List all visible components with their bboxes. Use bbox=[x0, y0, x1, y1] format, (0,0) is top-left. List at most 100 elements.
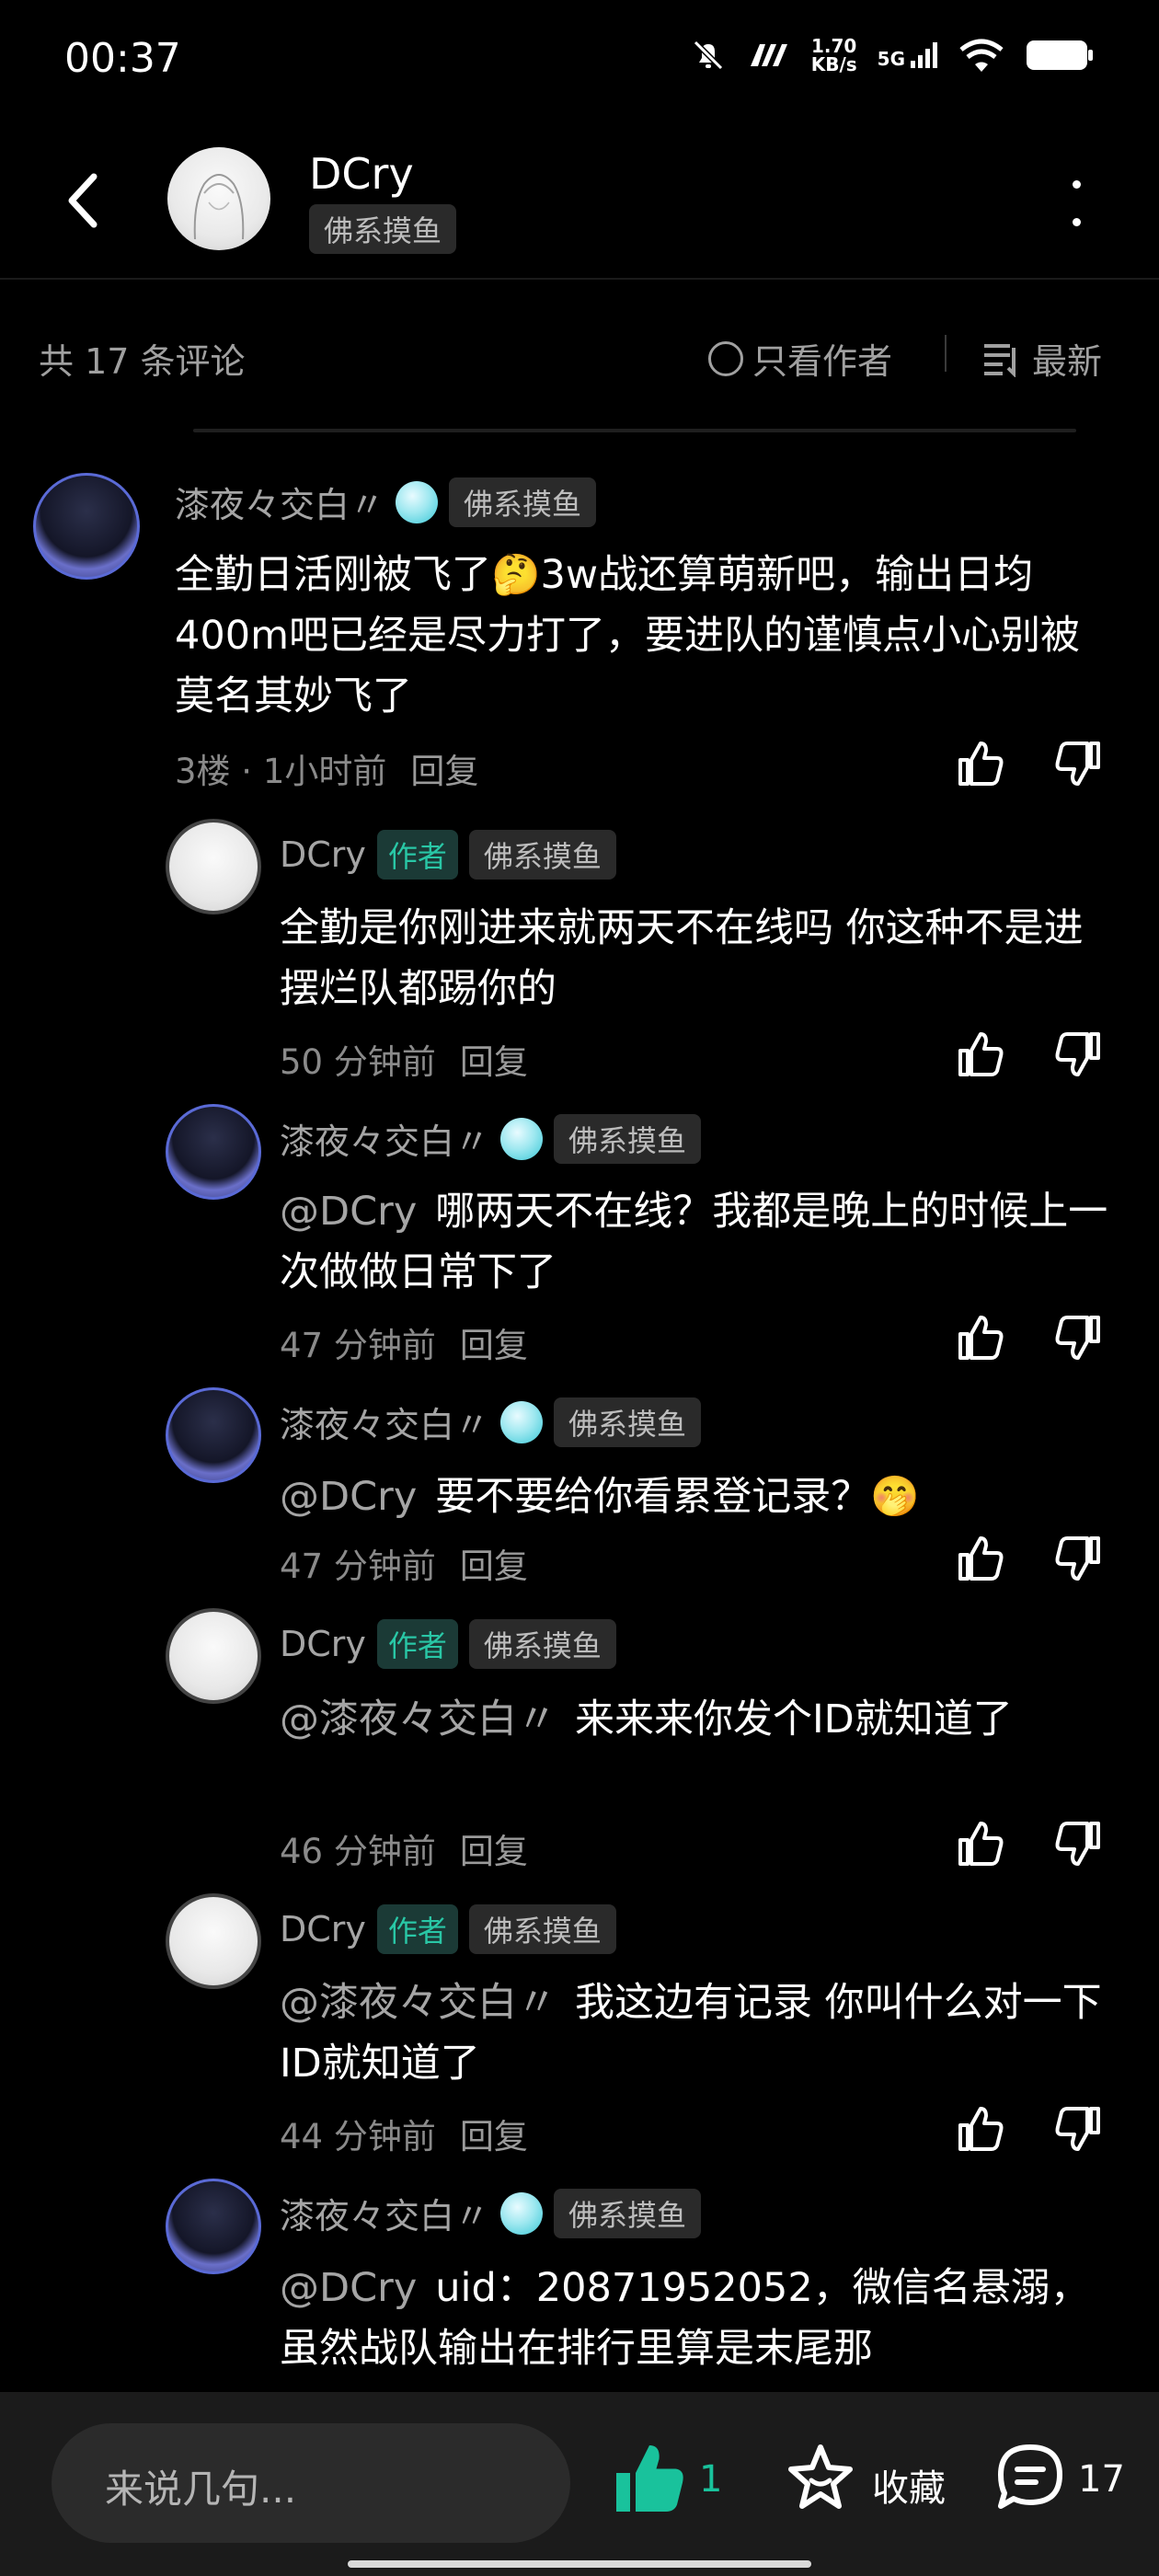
like-button[interactable] bbox=[953, 1816, 1008, 1871]
comment-author[interactable]: 漆夜々交白〃 佛系摸鱼 bbox=[280, 1397, 702, 1447]
avatar[interactable] bbox=[166, 2179, 261, 2274]
thumbs-up-icon bbox=[958, 2107, 1004, 2151]
sort-icon bbox=[984, 343, 1016, 377]
post-like-button[interactable] bbox=[611, 2440, 688, 2521]
thumbs-down-icon bbox=[1055, 742, 1100, 786]
dot-icon bbox=[1072, 180, 1081, 189]
avatar[interactable] bbox=[166, 1893, 261, 1989]
comment-author[interactable]: DCry 作者 佛系摸鱼 bbox=[280, 830, 616, 880]
like-button[interactable] bbox=[953, 736, 1008, 791]
reply-button[interactable]: 回复 bbox=[410, 752, 478, 791]
thumbs-up-icon bbox=[958, 1536, 1004, 1581]
comment-meta: 46 分钟前 回复 bbox=[280, 1832, 528, 1871]
user-tag: 佛系摸鱼 bbox=[554, 1397, 702, 1447]
dislike-button[interactable] bbox=[1050, 1531, 1106, 1586]
sort-button[interactable]: 最新 bbox=[982, 333, 1102, 384]
dislike-button[interactable] bbox=[1050, 736, 1106, 791]
favorite-label: 收藏 bbox=[872, 2467, 946, 2510]
reply-button[interactable]: 回复 bbox=[460, 1547, 528, 1586]
like-button[interactable] bbox=[953, 1027, 1008, 1082]
comment-meta: 47 分钟前 回复 bbox=[280, 1326, 528, 1365]
brand-logo-icon bbox=[750, 44, 787, 66]
mention-link[interactable]: @漆夜々交白〃 bbox=[280, 1696, 557, 1742]
sketch-portrait-icon bbox=[193, 174, 245, 240]
reply-button[interactable]: 回复 bbox=[460, 2117, 528, 2156]
thumbs-up-filled-icon bbox=[616, 2445, 683, 2512]
header-user-tag: 佛系摸鱼 bbox=[309, 204, 457, 254]
thumbs-up-icon bbox=[958, 742, 1004, 786]
post-like-count: 1 bbox=[699, 2458, 723, 2501]
signal-icon: 5G bbox=[878, 40, 938, 70]
author-badge: 作者 bbox=[376, 830, 458, 880]
comment-input-placeholder: 来说几句... bbox=[105, 2467, 297, 2512]
thumbs-up-icon bbox=[958, 1316, 1004, 1360]
author-badge: 作者 bbox=[376, 1904, 458, 1954]
reply-button[interactable]: 回复 bbox=[460, 1042, 528, 1082]
list-top-handle bbox=[193, 429, 1076, 432]
user-tag: 佛系摸鱼 bbox=[468, 1619, 616, 1669]
avatar[interactable] bbox=[166, 1608, 261, 1704]
filter-separator bbox=[945, 335, 947, 372]
only-author-toggle[interactable]: 只看作者 bbox=[708, 333, 892, 384]
comments-button[interactable] bbox=[993, 2440, 1067, 2517]
comment-meta: 47 分钟前 回复 bbox=[280, 1547, 528, 1586]
mention-link[interactable]: @漆夜々交白〃 bbox=[280, 1980, 557, 2026]
comment-author[interactable]: 漆夜々交白〃 佛系摸鱼 bbox=[175, 477, 597, 527]
favorite-button[interactable] bbox=[784, 2440, 857, 2517]
thumbs-down-icon bbox=[1055, 1536, 1100, 1581]
mention-link[interactable]: @DCry bbox=[280, 2265, 417, 2311]
thumbs-down-icon bbox=[1055, 1822, 1100, 1866]
avatar[interactable] bbox=[166, 1387, 261, 1483]
avatar[interactable] bbox=[166, 819, 261, 914]
mention-link[interactable]: @DCry bbox=[280, 1474, 417, 1520]
dislike-button[interactable] bbox=[1050, 1816, 1106, 1871]
only-author-label: 只看作者 bbox=[752, 341, 893, 382]
comment-author[interactable]: DCry 作者 佛系摸鱼 bbox=[280, 1619, 616, 1669]
mention-link[interactable]: @DCry bbox=[280, 1189, 417, 1235]
user-tag: 佛系摸鱼 bbox=[554, 1113, 702, 1164]
comments-count: 17 bbox=[1078, 2458, 1125, 2501]
user-tag: 佛系摸鱼 bbox=[468, 1904, 616, 1954]
thumbs-down-icon bbox=[1055, 1316, 1100, 1360]
header-avatar[interactable] bbox=[167, 147, 270, 250]
comment-text: @DCry 哪两天不在线？我都是晚上的时候上一次做做日常下了 bbox=[280, 1189, 1108, 1295]
home-indicator[interactable] bbox=[348, 2560, 811, 2568]
avatar[interactable] bbox=[166, 1104, 261, 1200]
like-button[interactable] bbox=[953, 2101, 1008, 2156]
thumbs-up-icon bbox=[958, 1822, 1004, 1866]
status-time: 00:37 bbox=[64, 35, 181, 82]
header-title: DCry bbox=[309, 149, 414, 199]
comment-author[interactable]: 漆夜々交白〃 佛系摸鱼 bbox=[280, 2188, 702, 2238]
dislike-button[interactable] bbox=[1050, 2101, 1106, 2156]
comment-text: @漆夜々交白〃 我这边有记录 你叫什么对一下ID就知道了 bbox=[280, 1980, 1102, 2087]
thumbs-down-icon bbox=[1055, 1032, 1100, 1076]
mute-bell-icon bbox=[693, 40, 723, 71]
comment-meta: 3楼 · 1小时前 回复 bbox=[175, 752, 479, 791]
user-tag: 佛系摸鱼 bbox=[554, 2188, 702, 2238]
level-badge-icon bbox=[500, 2191, 544, 2235]
comment-meta: 50 分钟前 回复 bbox=[280, 1042, 528, 1082]
dislike-button[interactable] bbox=[1050, 1310, 1106, 1365]
reply-button[interactable]: 回复 bbox=[460, 1832, 528, 1871]
comment-bubble-icon bbox=[998, 2444, 1062, 2509]
level-badge-icon bbox=[396, 480, 439, 523]
wifi-icon bbox=[959, 39, 1004, 72]
comment-count: 共 17 条评论 bbox=[39, 341, 246, 382]
star-icon bbox=[788, 2444, 853, 2509]
chevron-left-icon bbox=[68, 173, 98, 228]
comment-author[interactable]: 漆夜々交白〃 佛系摸鱼 bbox=[280, 1113, 702, 1164]
comment-text: @DCry 要不要给你看累登记录？🤭 bbox=[280, 1474, 920, 1520]
dot-icon bbox=[1072, 218, 1081, 226]
reply-button[interactable]: 回复 bbox=[460, 1326, 528, 1365]
net-speed: 1.70 KB/s bbox=[810, 35, 857, 75]
like-button[interactable] bbox=[953, 1531, 1008, 1586]
comment-text: 全勤是你刚进来就两天不在线吗 你这种不是进摆烂队都踢你的 bbox=[280, 905, 1084, 1012]
thumbs-up-icon bbox=[958, 1032, 1004, 1076]
level-badge-icon bbox=[500, 1117, 544, 1160]
back-button[interactable] bbox=[55, 164, 110, 237]
comment-author[interactable]: DCry 作者 佛系摸鱼 bbox=[280, 1904, 616, 1954]
dislike-button[interactable] bbox=[1050, 1027, 1106, 1082]
like-button[interactable] bbox=[953, 1310, 1008, 1365]
avatar[interactable] bbox=[33, 473, 140, 580]
more-options-button[interactable] bbox=[1058, 180, 1095, 226]
